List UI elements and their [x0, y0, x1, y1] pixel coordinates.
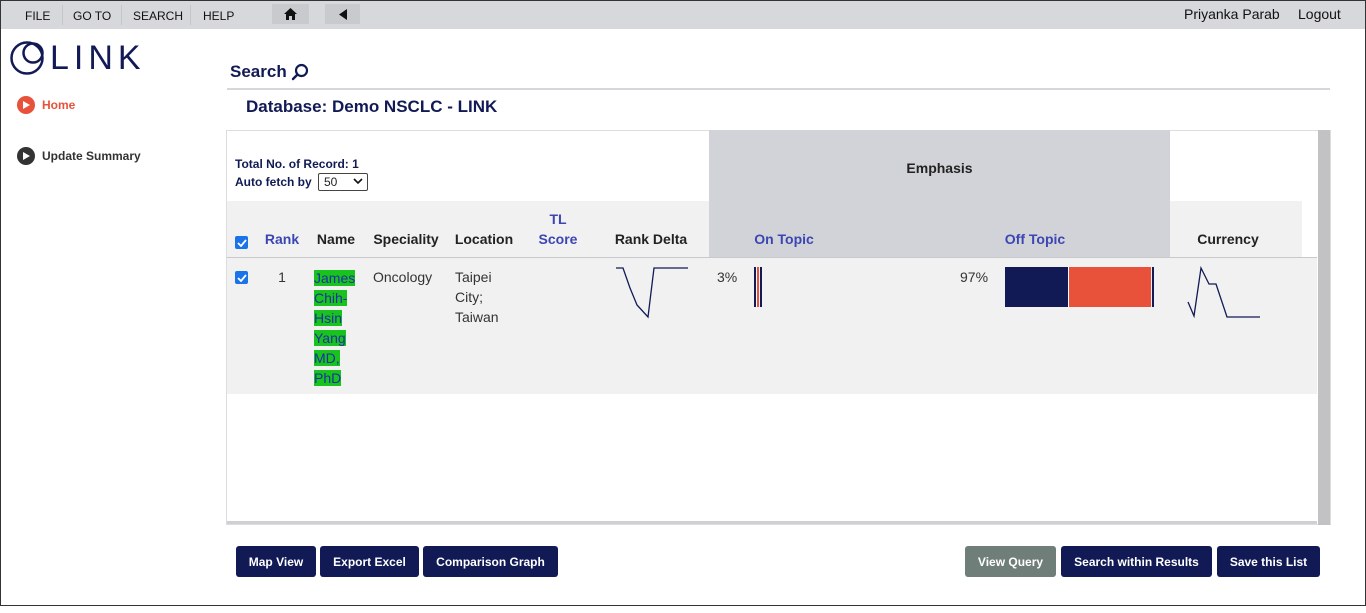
logo-text: LINK [50, 39, 146, 77]
search-icon[interactable] [291, 63, 309, 81]
bar-segment-navy [1005, 267, 1068, 307]
column-header-name[interactable]: Name [314, 231, 358, 247]
name-line: PhD [314, 370, 342, 386]
emphasis-title: Emphasis [906, 160, 973, 176]
horizontal-scrollbar[interactable] [227, 521, 1317, 524]
sidebar-item-label: Update Summary [42, 149, 141, 163]
search-heading-label: Search [230, 62, 287, 81]
menu-divider [62, 5, 63, 25]
menu-goto[interactable]: GO TO [69, 7, 115, 25]
off-topic-percent: 97% [960, 269, 989, 285]
bar-segment-red [1068, 267, 1151, 307]
location-cell: Taipei City; Taiwan [455, 267, 515, 327]
menu-help[interactable]: HELP [199, 7, 238, 25]
row-checkbox[interactable] [235, 271, 248, 284]
name-line: Yang [314, 330, 346, 346]
column-header-rank-delta: Rank Delta [614, 231, 688, 247]
auto-fetch-label: Auto fetch by [235, 175, 312, 189]
column-header-on-topic[interactable]: On Topic [749, 231, 819, 247]
location-line: Taiwan [455, 309, 499, 325]
bar-segment-end [760, 267, 762, 307]
tl-score-line-1: TL [549, 211, 567, 227]
auto-fetch-select[interactable]: 50 [318, 173, 368, 191]
auto-fetch-value: 50 [324, 175, 338, 189]
name-line: MD, [314, 350, 340, 366]
currency-sparkline [1187, 265, 1260, 319]
comparison-graph-button[interactable]: Comparison Graph [423, 546, 558, 577]
bar-segment-red [756, 267, 759, 307]
column-header-location[interactable]: Location [451, 231, 517, 247]
name-line: Hsin [314, 310, 343, 326]
total-records: Total No. of Record: 1 [235, 157, 359, 171]
select-all-checkbox[interactable] [235, 236, 248, 249]
database-title: Database: Demo NSCLC - LINK [246, 97, 498, 116]
menu-search[interactable]: SEARCH [129, 7, 187, 25]
rank-delta-sparkline [616, 267, 688, 319]
play-circle-icon [17, 96, 35, 114]
back-arrow-icon [338, 8, 347, 20]
sidebar-item-label: Home [42, 98, 76, 112]
column-header-currency: Currency [1197, 231, 1259, 247]
column-header-off-topic[interactable]: Off Topic [1000, 231, 1070, 247]
menu-divider [190, 5, 191, 25]
on-topic-percent: 3% [717, 269, 738, 285]
sidebar-item-home[interactable]: Home [17, 96, 75, 114]
menu-bar: FILE GO TO SEARCH HELP Priyanka Parab Lo… [1, 1, 1365, 29]
save-list-button[interactable]: Save this List [1217, 546, 1320, 577]
tl-score-line-2: Score [538, 231, 578, 247]
name-line: Chih- [314, 290, 348, 306]
app-logo: LINK [10, 40, 146, 76]
column-header-speciality[interactable]: Speciality [370, 231, 442, 247]
bar-segment-end [1152, 267, 1154, 307]
name-link[interactable]: James Chih- Hsin Yang MD, PhD [314, 268, 358, 388]
divider [227, 88, 1330, 90]
column-header-rank[interactable]: Rank [262, 231, 302, 247]
export-excel-button[interactable]: Export Excel [320, 546, 419, 577]
column-header-tl-score[interactable]: TL Score [532, 211, 584, 247]
speciality-cell: Oncology [373, 269, 433, 285]
rank-cell: 1 [278, 269, 286, 285]
home-icon [284, 8, 297, 20]
logout-link[interactable]: Logout [1298, 6, 1341, 22]
map-view-button[interactable]: Map View [236, 546, 316, 577]
chevron-down-icon [353, 178, 363, 185]
location-line: City; [455, 289, 483, 305]
play-circle-icon [17, 147, 35, 165]
vertical-scrollbar[interactable] [1318, 130, 1330, 525]
back-nav-button[interactable] [325, 4, 360, 24]
location-line: Taipei [455, 269, 492, 285]
home-nav-button[interactable] [272, 4, 309, 24]
sidebar-item-update-summary[interactable]: Update Summary [17, 147, 141, 165]
view-query-button[interactable]: View Query [965, 546, 1056, 577]
menu-divider [121, 5, 122, 25]
search-heading: Search [230, 62, 309, 82]
emphasis-header-cell [709, 201, 1170, 258]
user-name: Priyanka Parab [1184, 6, 1280, 22]
menu-file[interactable]: FILE [21, 7, 54, 25]
off-topic-bar [1005, 267, 1154, 307]
name-line: James [314, 270, 356, 286]
search-within-results-button[interactable]: Search within Results [1061, 546, 1212, 577]
on-topic-bar [754, 267, 762, 307]
link-logo-icon [10, 41, 44, 75]
